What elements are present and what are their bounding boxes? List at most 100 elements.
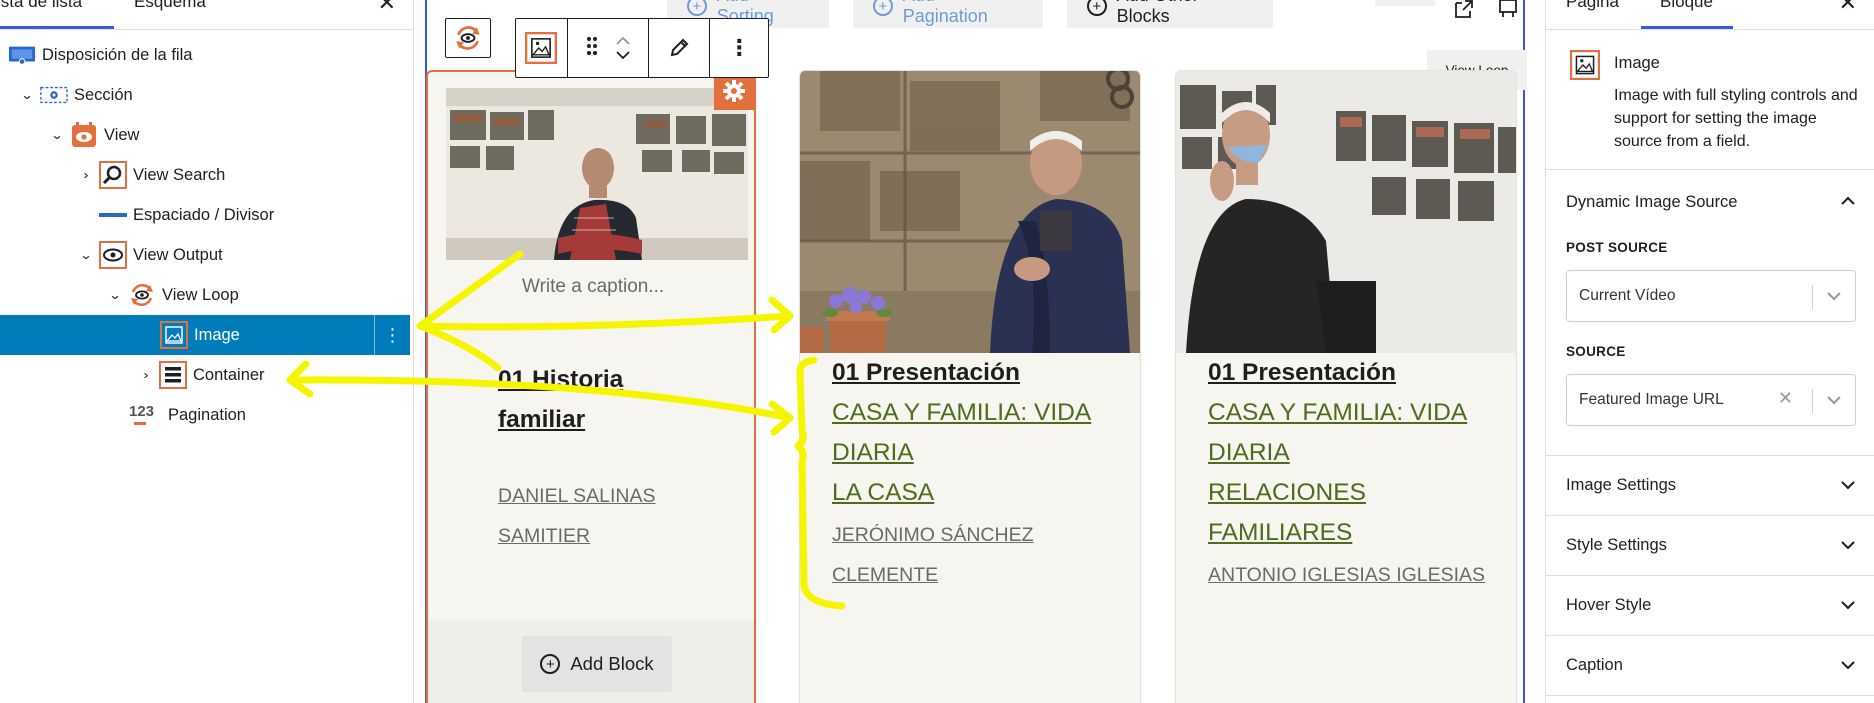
move-arrows (616, 36, 630, 60)
tree-item-label: Sección (74, 85, 133, 104)
tab-outline[interactable]: Esquema (134, 0, 206, 12)
tree-item-label: View Output (133, 245, 223, 264)
panel-dynamic-image-source[interactable]: Dynamic Image Source (1546, 172, 1874, 232)
card-author-line[interactable]: DANIEL SALINAS (498, 476, 656, 516)
tree-item-row-layout[interactable]: Disposición de la fila (0, 35, 410, 75)
container-icon (159, 361, 187, 389)
move-up-icon[interactable] (616, 36, 630, 45)
card-title-line[interactable]: familiar (498, 400, 585, 440)
card-category-line[interactable]: CASA Y FAMILIA: VIDA (832, 393, 1091, 433)
card-title[interactable]: 01 Presentación (832, 353, 1020, 393)
card-author-line[interactable]: CLEMENTE (832, 555, 938, 595)
block-card: Image Image with full styling controls a… (1546, 46, 1874, 170)
drag-handle-icon[interactable] (586, 36, 598, 61)
eye-icon (99, 241, 127, 269)
chevron-right-icon[interactable]: › (77, 168, 95, 182)
loop-card-3[interactable]: 01 Presentación CASA Y FAMILIA: VIDA DIA… (1175, 70, 1517, 703)
chevron-down-icon (1827, 396, 1841, 405)
card-category-line[interactable]: LA CASA (832, 473, 934, 513)
clear-icon[interactable]: ✕ (1778, 388, 1793, 409)
card-category-line[interactable]: DIARIA (1208, 433, 1290, 473)
tree-item-label: Espaciado / Divisor (133, 205, 275, 224)
tree-item-container[interactable]: › Container (0, 355, 410, 395)
tab-block[interactable]: Bloque (1660, 0, 1713, 12)
post-source-select[interactable]: Current Vídeo (1566, 270, 1856, 322)
block-type-button[interactable] (516, 19, 568, 77)
chevron-down-icon (1841, 541, 1855, 550)
close-icon[interactable]: ✕ (378, 0, 396, 16)
active-tab-indicator (0, 26, 114, 29)
card-category-line[interactable]: FAMILIARES (1208, 513, 1352, 553)
chevron-down-icon[interactable]: ⌄ (77, 248, 95, 262)
move-down-icon[interactable] (616, 51, 630, 60)
caption-input[interactable]: Write a caption... (522, 276, 664, 298)
tree-item-view[interactable]: ⌄ View (0, 115, 410, 155)
card-category-line[interactable]: RELACIONES (1208, 473, 1366, 513)
tab-page[interactable]: Página (1566, 0, 1619, 12)
source-select[interactable]: Featured Image URL ✕ (1566, 374, 1856, 426)
block-inspector: Página Bloque ✕ Image Image with full st… (1545, 0, 1874, 703)
row-layout-icon (8, 41, 36, 69)
tree-item-label: View (104, 125, 140, 144)
chevron-up-icon (1841, 196, 1855, 205)
chevron-down-icon[interactable]: ⌄ (106, 288, 124, 302)
tree-item-view-loop[interactable]: ⌄ View Loop (0, 275, 410, 315)
list-view-panel: Vista de lista Esquema ✕ Disposición de … (0, 0, 414, 703)
block-title: Image (1614, 54, 1660, 72)
tree-item-label: View Loop (162, 285, 239, 304)
tree-item-image[interactable]: Image ⋮ (0, 315, 410, 355)
edit-button[interactable] (649, 19, 711, 77)
card-author-line[interactable]: ANTONIO IGLESIAS IGLESIAS (1208, 555, 1485, 595)
loop-card-1[interactable]: Write a caption... 01 Historia familiar … (426, 70, 756, 703)
tree-item-label: Image (194, 325, 240, 344)
source-label: SOURCE (1566, 344, 1626, 359)
panel-style-settings[interactable]: Style Settings (1546, 516, 1874, 576)
tree-item-spacer-divider[interactable]: Espaciado / Divisor (0, 195, 410, 235)
add-block-button[interactable]: + Add Block (522, 636, 672, 692)
close-icon[interactable]: ✕ (1839, 0, 1857, 16)
image-icon (1570, 50, 1600, 80)
image-icon (160, 321, 188, 349)
list-view-tabs: Vista de lista Esquema ✕ (0, 0, 413, 30)
tree-item-view-search[interactable]: › View Search (0, 155, 410, 195)
divider-icon (99, 201, 127, 229)
chevron-down-icon[interactable]: ⌄ (18, 88, 36, 102)
tree-item-view-output[interactable]: ⌄ View Output (0, 235, 410, 275)
loop-card-2[interactable]: 01 Presentación CASA Y FAMILIA: VIDA DIA… (799, 70, 1141, 703)
chevron-down-icon[interactable]: ⌄ (48, 128, 66, 142)
plus-circle-icon: + (540, 654, 561, 674)
card-author-line[interactable]: SAMITIER (498, 516, 590, 556)
tree-item-pagination[interactable]: 123 Pagination (0, 395, 410, 435)
card-category-line[interactable]: DIARIA (832, 433, 914, 473)
card-author-line[interactable]: JERÓNIMO SÁNCHEZ (832, 515, 1034, 555)
editor-canvas: + Add Sorting + Add Pagination + Add Oth… (415, 0, 1545, 703)
search-icon (99, 161, 127, 189)
post-source-label: POST SOURCE (1566, 240, 1668, 255)
more-options-icon[interactable]: ⋮ (374, 315, 410, 355)
chevron-right-icon[interactable]: › (137, 368, 155, 382)
card-category-line[interactable]: CASA Y FAMILIA: VIDA (1208, 393, 1467, 433)
panel-image-settings[interactable]: Image Settings (1546, 456, 1874, 516)
tree-item-label: Disposición de la fila (42, 45, 193, 64)
chevron-down-icon (1841, 661, 1855, 670)
tree-item-label: View Search (133, 165, 226, 184)
card-title-line[interactable]: 01 Historia (498, 360, 623, 400)
block-toolbar: ⋮ (515, 18, 769, 78)
pagination-icon: 123 (128, 401, 162, 429)
tree-item-section[interactable]: ⌄ Sección (0, 75, 410, 115)
card-image[interactable] (446, 88, 748, 260)
tab-list-view[interactable]: Vista de lista (0, 0, 82, 12)
view-icon (70, 121, 98, 149)
options-button[interactable]: ⋮ (710, 19, 768, 77)
panel-hover-style[interactable]: Hover Style (1546, 576, 1874, 636)
card-title[interactable]: 01 Presentación (1208, 353, 1396, 393)
active-tab-indicator (1641, 26, 1733, 29)
card-image[interactable] (800, 71, 1140, 353)
pencil-icon (670, 38, 689, 57)
svg-text:123: 123 (129, 403, 154, 420)
panel-caption[interactable]: Caption (1546, 636, 1874, 696)
inspector-tabs: Página Bloque ✕ (1546, 0, 1874, 30)
chevron-down-icon (1841, 601, 1855, 610)
card-image[interactable] (1176, 71, 1516, 353)
parent-block-selector[interactable] (445, 18, 491, 58)
